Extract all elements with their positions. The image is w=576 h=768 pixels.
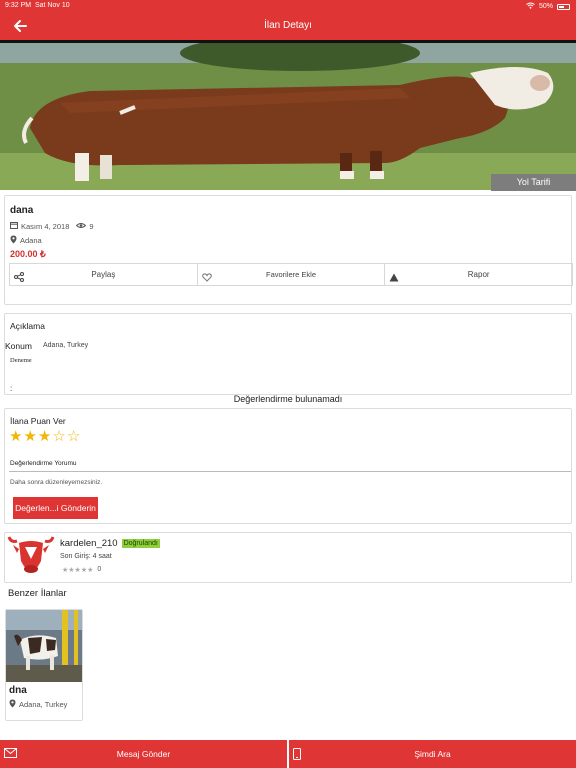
listing-date: Kasım 4, 2018 (21, 221, 70, 231)
page-title: İlan Detayı (264, 20, 312, 31)
description-extra: : (10, 384, 13, 393)
add-favorite-button[interactable]: Favorilere Ekle (197, 263, 386, 286)
warning-icon (389, 269, 399, 290)
listing-card: dana Kasım 4, 2018 9 Adana 200.00 ₺ Payl… (4, 195, 574, 305)
wifi-icon (526, 2, 535, 11)
send-message-button[interactable]: Mesaj Gönder (0, 740, 287, 768)
seller-avatar (7, 535, 55, 583)
listing-actions: Paylaş Favorilere Ekle Rapor (9, 263, 574, 286)
similar-heading: Benzer İlanlar (8, 588, 67, 599)
battery-percent: 50% (538, 3, 553, 10)
call-now-label: Şimdi Ara (414, 749, 451, 759)
verified-badge: Doğrulandı (121, 539, 160, 548)
seller-last-login: Son Giriş: 4 saat (60, 553, 112, 560)
report-label: Rapor (467, 270, 490, 279)
share-label: Paylaş (91, 270, 116, 279)
star-filled-icon[interactable]: ★ (9, 429, 22, 445)
phone-icon (293, 748, 301, 760)
envelope-icon (4, 748, 17, 758)
similar-listing-title: dna (9, 685, 27, 696)
star-empty-icon[interactable]: ☆ (52, 429, 65, 445)
seller-rating-count: 0 (97, 566, 102, 573)
no-reviews-message: Değerlendirme bulunamadı (233, 394, 343, 404)
star-empty-icon[interactable]: ☆ (67, 429, 80, 445)
listing-price: 200.00 ₺ (10, 249, 46, 259)
listing-location: Adana (20, 236, 42, 245)
location-label: Konum (5, 341, 32, 351)
share-icon (14, 269, 24, 290)
seller-username: kardelen_210 (60, 538, 118, 549)
directions-button[interactable]: Yol Tarifi (491, 174, 576, 191)
call-now-button[interactable]: Şimdi Ara (287, 740, 576, 768)
status-time: 9:32 PM Sat Nov 10 (5, 2, 70, 9)
bottom-action-bar: Mesaj Gönder Şimdi Ara (0, 740, 576, 768)
share-button[interactable]: Paylaş (9, 263, 198, 286)
submit-review-button[interactable]: Değerlen...i Gönderin (13, 497, 98, 519)
seller-name-row: kardelen_210 Doğrulandı (60, 538, 160, 549)
listing-location-row: Adana (10, 235, 42, 246)
description-heading: Açıklama (10, 321, 45, 331)
heart-icon (201, 269, 212, 290)
send-message-label: Mesaj Gönder (116, 749, 171, 759)
similar-listing-location-row: Adana, Turkey (9, 699, 67, 710)
seller-rating-stars: ★★★★★ (62, 567, 94, 574)
favorite-label: Favorilere Ekle (265, 270, 317, 279)
listing-views: 9 (89, 221, 94, 231)
nav-bar: İlan Detayı (0, 12, 576, 40)
comment-label: Değerlendirme Yorumu (10, 460, 77, 467)
comment-input[interactable] (9, 471, 571, 472)
similar-listing-location: Adana, Turkey (19, 700, 68, 709)
rating-form-title: İlana Puan Ver (10, 416, 66, 426)
listing-title: dana (10, 205, 34, 216)
similar-listing-photo (6, 610, 82, 682)
rating-form-card: İlana Puan Ver ★ ★ ★ ☆ ☆ Değerlendirme Yorum… (4, 408, 572, 524)
rating-note: Daha sonra düzenleyemezsiniz. (10, 479, 103, 486)
description-card: Açıklama Konum Adana, Turkey Deneme : (4, 313, 572, 395)
location-value: Adana, Turkey (43, 342, 89, 349)
location-pin-icon (9, 699, 16, 710)
listing-photo[interactable] (0, 40, 576, 190)
star-filled-icon[interactable]: ★ (38, 429, 51, 445)
seller-card[interactable]: kardelen_210 Doğrulandı Son Giriş: 4 saa… (4, 532, 572, 583)
location-pin-icon (10, 235, 17, 246)
similar-listing-card[interactable]: dna Adana, Turkey (5, 609, 83, 721)
calendar-icon (10, 221, 18, 231)
battery-icon (557, 3, 570, 10)
star-filled-icon[interactable]: ★ (23, 429, 36, 445)
status-bar: 9:32 PM Sat Nov 10 50% (0, 0, 576, 12)
description-text: Deneme (10, 357, 32, 364)
listing-meta: Kasım 4, 2018 9 (10, 221, 94, 231)
eye-icon (76, 222, 87, 231)
report-button[interactable]: Rapor (385, 263, 574, 286)
seller-rating-row: ★★★★★ 0 (62, 566, 101, 574)
rating-stars[interactable]: ★ ★ ★ ☆ ☆ (9, 429, 80, 445)
status-right: 50% (526, 2, 570, 11)
